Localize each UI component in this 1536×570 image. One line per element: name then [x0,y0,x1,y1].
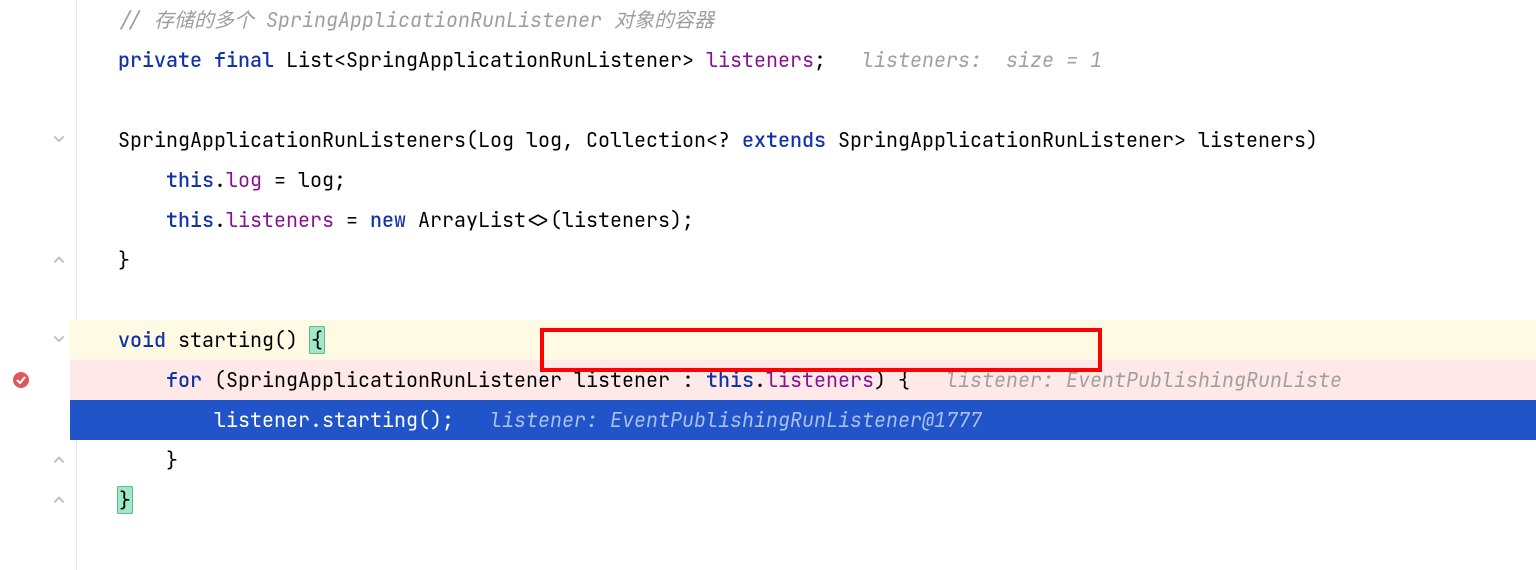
code-line[interactable]: SpringApplicationRunListeners(Log log, C… [70,120,1536,160]
inline-hint: listeners: size = 1 [862,47,1102,73]
brace-match: { [309,326,325,354]
fold-end-icon[interactable] [0,480,70,520]
code-line[interactable] [70,80,1536,120]
code-line[interactable]: } [70,240,1536,280]
code-line-execution[interactable]: listener.starting(); listener: EventPubl… [70,400,1536,440]
code-line[interactable]: void starting() { [70,320,1536,360]
code-line-breakpoint[interactable]: for (SpringApplicationRunListener listen… [70,360,1536,400]
code-line[interactable]: } [70,440,1536,480]
code-line[interactable]: this.log = log; [70,160,1536,200]
code-area[interactable]: // 存储的多个 SpringApplicationRunListener 对象… [70,0,1536,570]
fold-region-icon[interactable] [0,320,70,360]
brace-match: } [117,486,133,514]
fold-end-icon[interactable] [0,440,70,480]
inline-hint: listener: EventPublishingRunListe [946,367,1342,393]
gutter [0,0,70,570]
code-line[interactable]: private final List<SpringApplicationRunL… [70,40,1536,80]
comment-text: // 存储的多个 SpringApplicationRunListener 对象… [118,7,714,33]
code-line[interactable]: } [70,480,1536,520]
inline-hint-execution: listener: EventPublishingRunListener@177… [490,407,982,433]
code-line[interactable]: this.listeners = new ArrayList<>(listene… [70,200,1536,240]
fold-end-icon[interactable] [0,240,70,280]
code-line[interactable]: // 存储的多个 SpringApplicationRunListener 对象… [70,0,1536,40]
code-editor[interactable]: // 存储的多个 SpringApplicationRunListener 对象… [0,0,1536,570]
breakpoint-icon[interactable] [0,360,70,400]
code-line[interactable] [70,280,1536,320]
fold-region-icon[interactable] [0,120,70,160]
